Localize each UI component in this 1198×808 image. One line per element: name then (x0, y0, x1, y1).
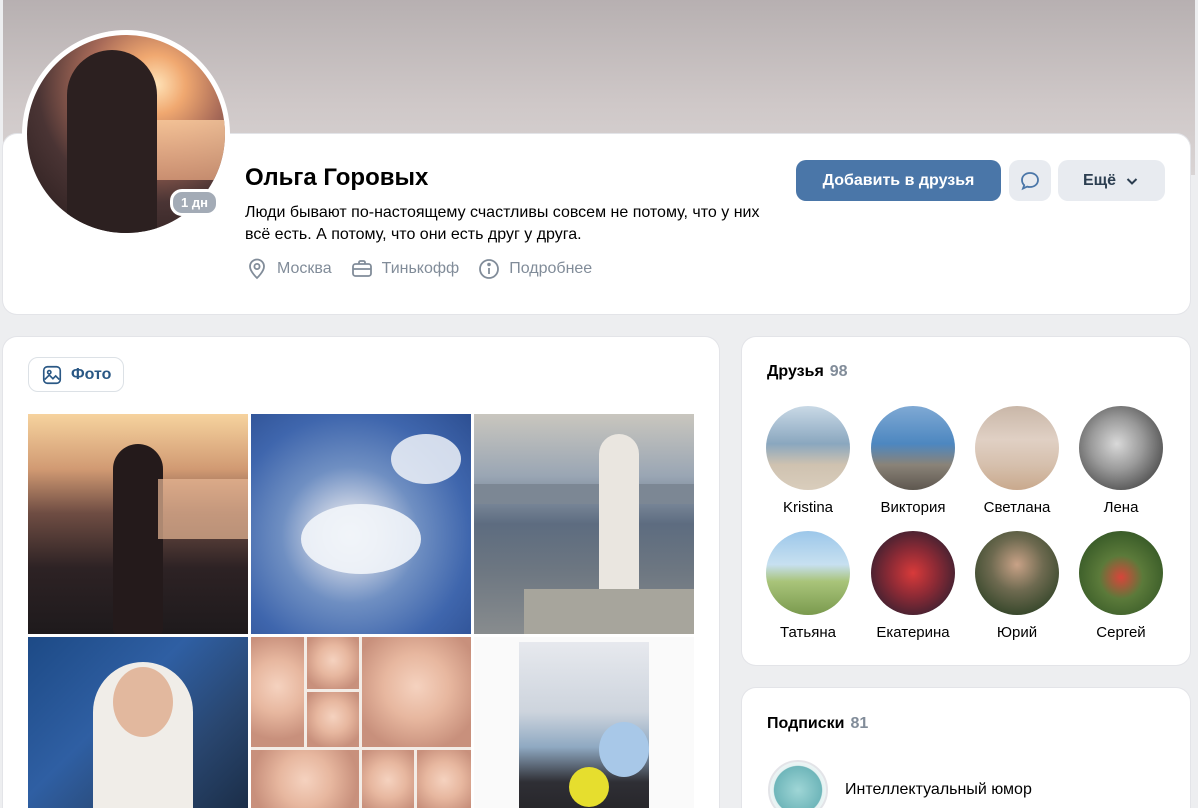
photo-cloud (391, 434, 461, 484)
photo-balloon (599, 722, 649, 777)
work-label: Тинькофф (381, 260, 460, 277)
collage-tile (362, 637, 471, 747)
more-label: Ещё (1082, 171, 1117, 189)
subscriptions-count: 81 (850, 715, 869, 732)
friend-item[interactable]: Юрий (967, 531, 1067, 641)
photo-shore (474, 484, 694, 504)
friends-title: Друзья (767, 363, 824, 380)
friend-name[interactable]: Екатерина (863, 624, 963, 641)
message-button[interactable] (1009, 160, 1051, 201)
friend-item[interactable]: Kristina (758, 406, 858, 516)
friends-header[interactable]: Друзья 98 (767, 363, 848, 381)
friend-name[interactable]: Виктория (863, 499, 963, 516)
message-bubble-icon (1021, 171, 1039, 190)
subscriptions-header[interactable]: Подписки 81 (767, 715, 868, 733)
more-button[interactable]: Ещё (1058, 160, 1165, 201)
friend-item[interactable]: Татьяна (758, 531, 858, 641)
profile-name: Ольга Горовых (245, 164, 429, 191)
friend-name[interactable]: Лена (1071, 499, 1171, 516)
friend-avatar[interactable] (766, 406, 850, 490)
profile-status: Люди бывают по-настоящему счастливы совс… (245, 204, 760, 243)
subscription-name[interactable]: Интеллектуальный юмор (845, 781, 1032, 799)
friend-name[interactable]: Сергей (1071, 624, 1171, 641)
photo-thumbnail[interactable] (474, 414, 694, 634)
subscriptions-title: Подписки (767, 715, 845, 732)
friend-item[interactable]: Лена (1071, 406, 1171, 516)
photo-water (158, 479, 248, 539)
info-icon (479, 259, 500, 279)
city-label: Москва (277, 260, 332, 277)
photo-thumbnail[interactable] (251, 637, 471, 808)
collage-tile (251, 637, 304, 747)
friend-avatar[interactable] (1079, 531, 1163, 615)
friend-name[interactable]: Татьяна (758, 624, 858, 641)
image-icon (42, 365, 62, 384)
profile-meta: Москва Тинькофф Подробнее (245, 257, 592, 281)
collage-tile (307, 692, 359, 747)
tab-photos-label: Фото (71, 365, 112, 383)
friend-item[interactable]: Сергей (1071, 531, 1171, 641)
meta-city[interactable]: Москва (245, 257, 332, 281)
meta-work[interactable]: Тинькофф (350, 257, 460, 281)
friend-name[interactable]: Светлана (967, 499, 1067, 516)
photo-thumbnail[interactable] (28, 637, 248, 808)
collage-tile (307, 637, 359, 689)
friend-avatar[interactable] (1079, 406, 1163, 490)
meta-more-info[interactable]: Подробнее (477, 257, 592, 281)
collage-tile (417, 750, 471, 808)
photo-figure (113, 444, 163, 634)
location-pin-icon (249, 258, 265, 280)
photo-cloud (301, 504, 421, 574)
photo-thumbnail[interactable] (251, 414, 471, 634)
photo-thumbnail[interactable] (28, 414, 248, 634)
friend-avatar[interactable] (871, 406, 955, 490)
avatar-figure (67, 50, 157, 233)
friend-name[interactable]: Kristina (758, 499, 858, 516)
add-friend-button[interactable]: Добавить в друзья (796, 160, 1001, 201)
friend-name[interactable]: Юрий (967, 624, 1067, 641)
more-info-label: Подробнее (509, 260, 593, 277)
chevron-down-icon (1126, 177, 1138, 185)
friend-avatar[interactable] (766, 531, 850, 615)
tab-photos[interactable]: Фото (28, 357, 125, 392)
photo-thumbnail[interactable] (474, 637, 694, 808)
friends-count: 98 (829, 363, 848, 380)
photo-embankment (524, 589, 694, 634)
friend-item[interactable]: Светлана (967, 406, 1067, 516)
collage-tile (251, 750, 359, 808)
friend-avatar[interactable] (975, 406, 1059, 490)
collage-tile (362, 750, 414, 808)
friend-avatar[interactable] (871, 531, 955, 615)
friend-item[interactable]: Виктория (863, 406, 963, 516)
photo-balloon (569, 767, 609, 807)
friend-avatar[interactable] (975, 531, 1059, 615)
photo-face (113, 667, 173, 737)
friend-item[interactable]: Екатерина (863, 531, 963, 641)
last-seen-badge: 1 дн (170, 189, 219, 216)
briefcase-icon (351, 260, 372, 277)
